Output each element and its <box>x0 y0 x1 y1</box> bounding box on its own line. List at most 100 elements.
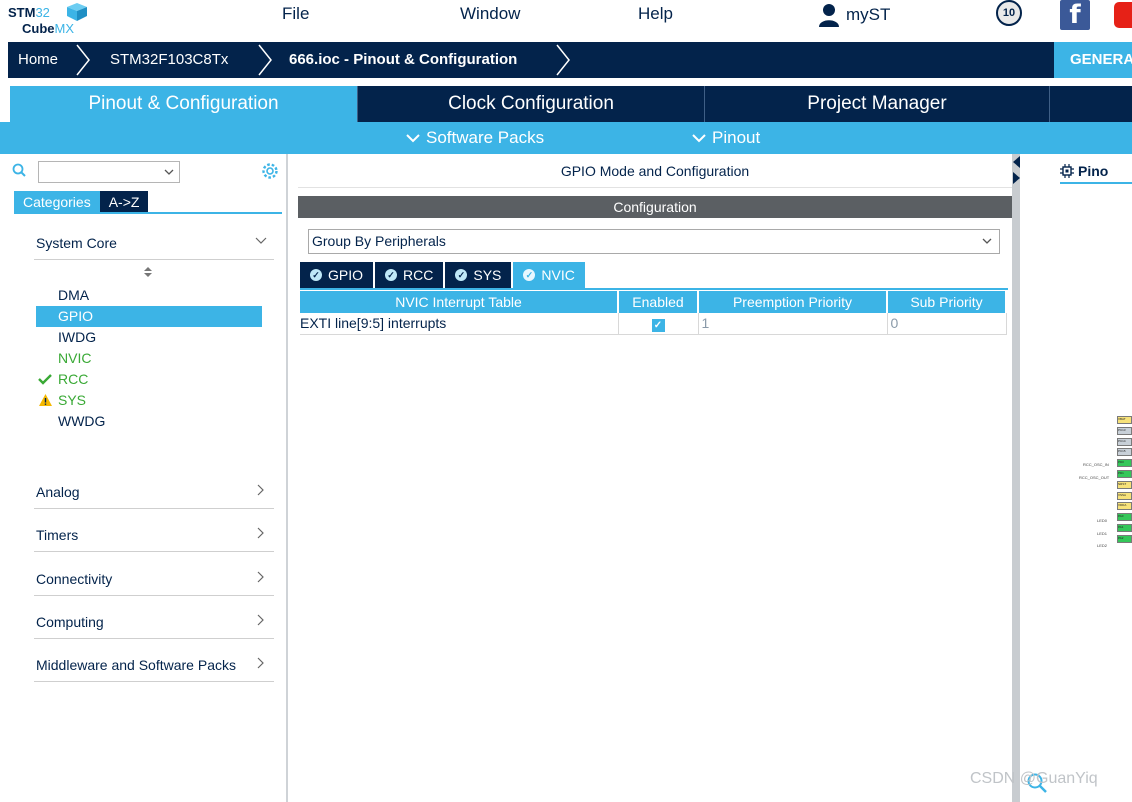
menu-help[interactable]: Help <box>638 4 673 24</box>
tab-gpio[interactable]: ✓ GPIO <box>300 262 374 288</box>
myst-label: myST <box>846 5 891 24</box>
panel-title: GPIO Mode and Configuration <box>298 158 1012 188</box>
group-label: Timers <box>36 527 79 543</box>
chip-pin[interactable]: VDDA <box>1117 502 1132 511</box>
column-header[interactable]: Sub Priority <box>887 291 1007 313</box>
anniversary-badge-icon[interactable]: 10 <box>996 0 1022 26</box>
peripheral-rcc[interactable]: RCC <box>36 369 262 390</box>
chip-pin[interactable]: VBAT <box>1117 416 1132 424</box>
pinout-view-panel: Pino VBAT PC13 PC14 PC15 PD0 PD1 NRST VSSA VDDA P… <box>1020 154 1132 802</box>
chip-pin[interactable]: PC13 <box>1117 426 1132 435</box>
chevron-down-icon <box>406 134 420 143</box>
peripheral-label: SYS <box>58 392 87 408</box>
panel-divider[interactable] <box>1012 154 1020 802</box>
collapse-arrows-icon[interactable] <box>1013 156 1020 184</box>
myst-button[interactable]: myST <box>818 2 890 28</box>
tab-a-to-z[interactable]: A->Z <box>99 191 149 213</box>
generate-code-button[interactable]: GENERA <box>1054 42 1132 78</box>
breadcrumb-mcu[interactable]: STM32F103C8Tx <box>110 42 228 78</box>
configuration-header: Configuration <box>298 196 1012 218</box>
group-by-select[interactable]: Group By Peripherals <box>308 229 1000 254</box>
column-header[interactable]: Enabled <box>618 291 699 313</box>
chevron-down-icon <box>255 237 267 244</box>
user-icon <box>819 4 839 27</box>
search-input[interactable] <box>38 161 180 183</box>
chip-pin[interactable]: PA1 <box>1117 524 1132 532</box>
menu-file[interactable]: File <box>282 4 309 24</box>
column-header[interactable]: Preemption Priority <box>698 291 888 313</box>
chip-pin[interactable]: PC15 <box>1117 448 1132 457</box>
tab-nvic[interactable]: ✓ NVIC <box>513 262 585 288</box>
tab-pinout-view[interactable]: Pino <box>1060 160 1108 182</box>
check-circle-icon: ✓ <box>310 269 322 281</box>
sort-icon[interactable] <box>143 266 153 278</box>
group-label: Middleware and Software Packs <box>36 657 236 673</box>
breadcrumb: Home STM32F103C8Tx 666.ioc - Pinout & Co… <box>0 40 1132 78</box>
peripheral-wwdg[interactable]: WWDG <box>36 411 262 432</box>
tab-rcc[interactable]: ✓ RCC <box>375 262 444 288</box>
tab-pinout-configuration[interactable]: Pinout & Configuration <box>10 86 357 122</box>
peripheral-label: WWDG <box>58 413 106 429</box>
chevron-right-icon <box>257 484 264 496</box>
group-connectivity[interactable]: Connectivity <box>34 562 274 596</box>
chip-pin[interactable]: NRST <box>1117 480 1132 489</box>
group-label: System Core <box>36 235 117 251</box>
tab-label: GPIO <box>328 267 364 283</box>
chip-pin[interactable]: VSSA <box>1117 491 1132 500</box>
chip-pin[interactable]: PA0 <box>1117 513 1132 522</box>
chevron-right-icon <box>76 44 90 76</box>
peripheral-nvic[interactable]: NVIC <box>36 348 262 369</box>
chevron-right-icon <box>258 44 272 76</box>
peripheral-dma[interactable]: DMA <box>36 285 262 306</box>
peripheral-sys[interactable]: SYS <box>36 390 262 411</box>
gear-icon[interactable] <box>261 162 279 180</box>
group-label: Connectivity <box>36 571 113 587</box>
table-header-row: NVIC Interrupt Table Enabled Preemption … <box>300 291 1007 313</box>
tab-tools[interactable] <box>1049 86 1132 122</box>
peripheral-label: IWDG <box>58 329 97 345</box>
preemption-priority-cell[interactable]: 1 <box>698 313 888 335</box>
group-system-core[interactable]: System Core <box>34 226 274 260</box>
group-computing[interactable]: Computing <box>34 605 274 639</box>
categories-panel: Categories A->Z System Core DMA GPIO IWD… <box>8 154 288 802</box>
software-packs-menu[interactable]: Software Packs <box>406 122 544 154</box>
search-icon[interactable] <box>12 163 26 177</box>
chevron-down-icon <box>982 238 992 244</box>
enabled-cell: ✓ <box>618 313 699 335</box>
tab-project-manager[interactable]: Project Manager <box>704 86 1049 122</box>
chip-pin[interactable]: PD0 <box>1117 459 1132 468</box>
tab-clock-configuration[interactable]: Clock Configuration <box>357 86 704 122</box>
enabled-checkbox[interactable]: ✓ <box>651 318 665 332</box>
group-label: Computing <box>36 614 104 630</box>
chip-pin[interactable]: PD1 <box>1117 470 1132 478</box>
chevron-right-icon <box>257 657 264 669</box>
group-timers[interactable]: Timers <box>34 518 274 552</box>
group-label: Analog <box>36 484 80 500</box>
group-middleware[interactable]: Middleware and Software Packs <box>34 648 274 682</box>
cubemx-window: STM32 CubeMX File Window Help myST 10 f … <box>0 0 1132 802</box>
menu-window[interactable]: Window <box>460 4 520 24</box>
youtube-icon[interactable] <box>1114 2 1132 28</box>
breadcrumb-project[interactable]: 666.ioc - Pinout & Configuration <box>289 42 517 78</box>
sub-priority-cell[interactable]: 0 <box>887 313 1007 335</box>
peripheral-gpio[interactable]: GPIO <box>36 306 262 327</box>
chip-pin[interactable]: PC14 <box>1117 437 1132 446</box>
group-analog[interactable]: Analog <box>34 475 274 509</box>
tab-categories[interactable]: Categories <box>14 191 100 213</box>
chevron-right-icon <box>556 44 570 76</box>
pin-signal-label: RCC_OSC_OUT <box>1079 475 1110 480</box>
chip-pin[interactable]: PA2 <box>1117 534 1132 543</box>
pinout-menu[interactable]: Pinout <box>692 122 760 154</box>
column-header[interactable]: NVIC Interrupt Table <box>300 291 619 313</box>
pinout-view-label: Pino <box>1078 163 1109 179</box>
table-row[interactable]: EXTI line[9:5] interrupts ✓ 1 0 <box>300 313 1007 335</box>
watermark: CSDN @GuanYiq <box>970 770 1098 787</box>
breadcrumb-home[interactable]: Home <box>18 42 58 78</box>
peripheral-label: RCC <box>58 371 89 387</box>
logo-text-cube: Cube <box>22 21 55 36</box>
chevron-right-icon <box>257 571 264 583</box>
facebook-icon[interactable]: f <box>1060 0 1090 30</box>
peripheral-iwdg[interactable]: IWDG <box>36 327 262 348</box>
main-tabs: Pinout & Configuration Clock Configurati… <box>0 86 1132 122</box>
tab-sys[interactable]: ✓ SYS <box>445 262 512 288</box>
